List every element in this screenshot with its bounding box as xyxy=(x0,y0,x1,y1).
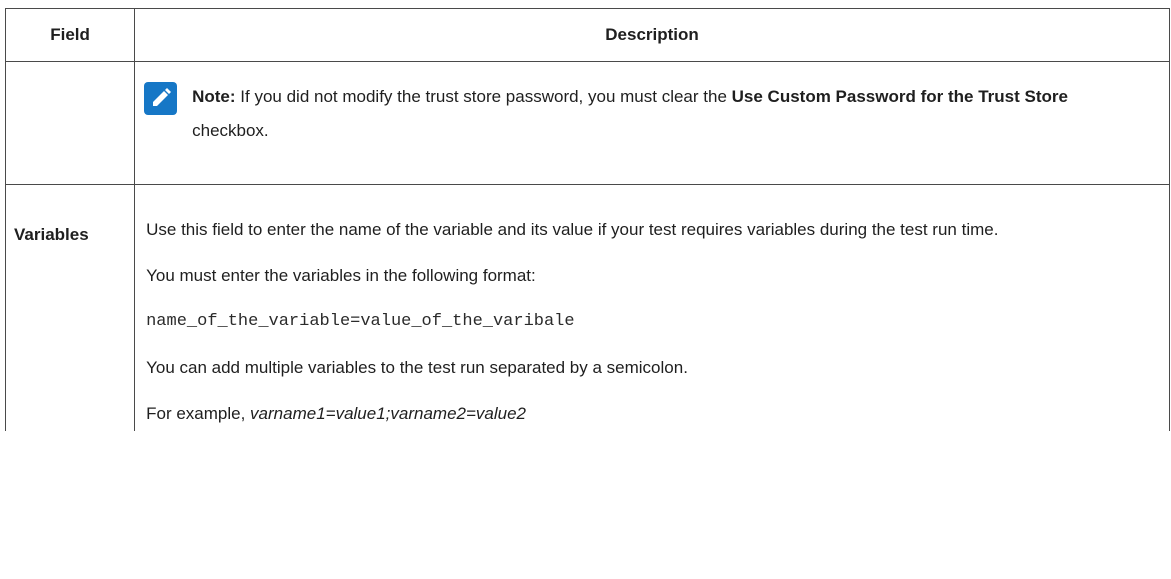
field-name-variables: Variables xyxy=(14,225,89,244)
header-description: Description xyxy=(134,8,1170,62)
note-text-after: checkbox. xyxy=(192,121,269,140)
note-box: Note: If you did not modify the trust st… xyxy=(135,62,1169,148)
table-header-row: Field Description xyxy=(4,8,1170,62)
header-field: Field xyxy=(4,8,136,62)
table-row: Note: If you did not modify the trust st… xyxy=(4,61,1170,185)
note-text-before: If you did not modify the trust store pa… xyxy=(235,87,732,106)
example-prefix: For example, xyxy=(146,404,251,423)
field-cell: Variables xyxy=(4,184,136,431)
paragraph-format: You must enter the variables in the foll… xyxy=(146,266,536,285)
pencil-icon xyxy=(144,82,178,115)
table-row: Variables Use this field to enter the na… xyxy=(4,184,1170,431)
description-cell: Note: If you did not modify the trust st… xyxy=(134,61,1170,185)
description-cell: Use this field to enter the name of the … xyxy=(134,184,1170,431)
example-value: varname1=value1;varname2=value2 xyxy=(250,404,527,423)
variables-description: Use this field to enter the name of the … xyxy=(135,185,1169,431)
field-cell-empty xyxy=(4,61,136,185)
note-label: Note: xyxy=(192,87,236,106)
field-description-table: Field Description Note: If you did not m… xyxy=(4,8,1170,431)
paragraph-multiple: You can add multiple variables to the te… xyxy=(146,358,688,377)
note-bold-term: Use Custom Password for the Trust Store xyxy=(731,87,1068,106)
paragraph-usage: Use this field to enter the name of the … xyxy=(146,220,999,239)
code-example: name_of_the_variable=value_of_the_variba… xyxy=(146,312,575,331)
paragraph-example: For example, varname1=value1;varname2=va… xyxy=(146,397,1155,431)
